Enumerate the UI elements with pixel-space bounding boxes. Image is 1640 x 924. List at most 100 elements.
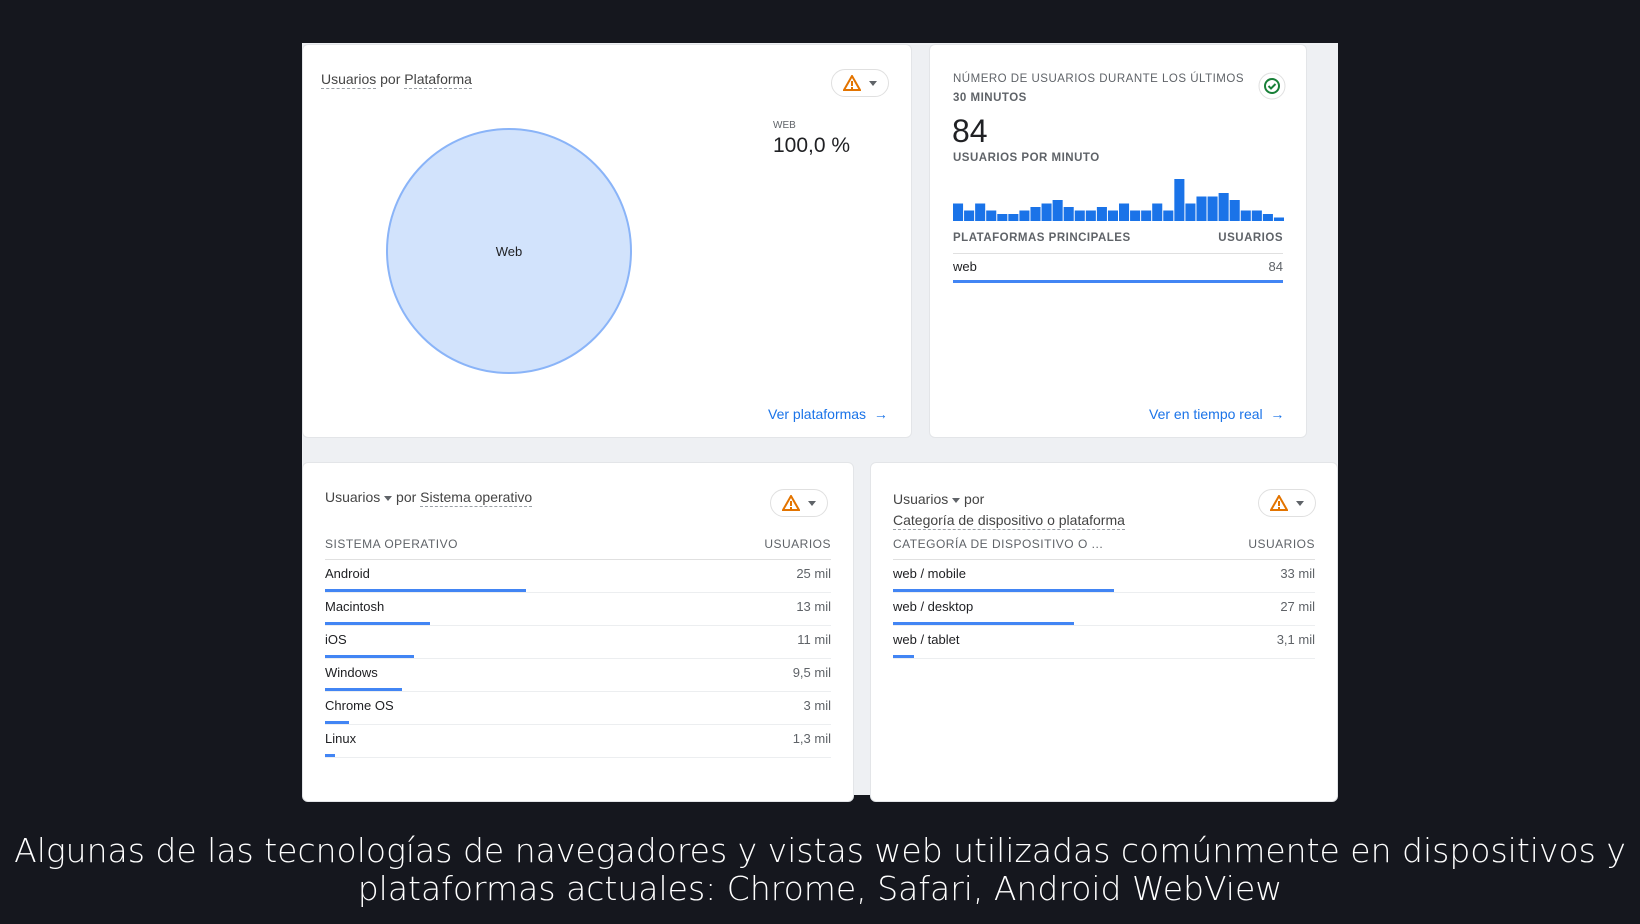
metric-selector[interactable]: Usuarios — [893, 491, 961, 507]
caption-line1: Algunas de las tecnologías de navegadore… — [14, 831, 1626, 870]
col-platform: PLATAFORMAS PRINCIPALES — [953, 232, 1131, 244]
insights-warning-button[interactable] — [770, 489, 828, 517]
minute-bar[interactable] — [1207, 196, 1218, 222]
minute-bar[interactable] — [1152, 203, 1163, 222]
row-bar — [325, 622, 430, 625]
minute-bar[interactable] — [1229, 200, 1240, 221]
pie-chart: Web — [386, 128, 632, 374]
dimension-selector[interactable]: Categoría de dispositivo o plataforma — [893, 512, 1125, 530]
caption: Algunas de las tecnologías de navegadore… — [0, 832, 1640, 908]
title-by: por — [380, 71, 401, 87]
dimension-selector[interactable]: Plataforma — [404, 71, 472, 89]
arrow-right-icon: → — [869, 406, 888, 422]
minute-bar[interactable] — [986, 210, 997, 222]
minute-bar[interactable] — [1130, 210, 1141, 222]
dimension-selector[interactable]: Sistema operativo — [420, 489, 533, 507]
row-label: web / desktop — [893, 599, 974, 614]
warning-icon — [843, 75, 861, 91]
col-dimension: SISTEMA OPERATIVO — [325, 537, 458, 551]
metric-selector[interactable]: Usuarios — [325, 489, 393, 505]
users-by-os-card: Usuarios por Sistema operativo SISTEMA O… — [302, 462, 854, 802]
minute-bar[interactable] — [1185, 203, 1196, 222]
caret-down-icon — [952, 497, 961, 503]
insights-warning-button[interactable] — [831, 69, 889, 97]
table-row[interactable]: Chrome OS 3 mil — [325, 692, 831, 725]
minute-bar[interactable] — [964, 210, 975, 222]
minute-bar[interactable] — [1251, 210, 1262, 222]
minute-bar[interactable] — [1107, 210, 1118, 222]
col-users: USUARIOS — [764, 537, 831, 551]
warning-icon — [782, 495, 800, 511]
minute-bar[interactable] — [1085, 210, 1096, 222]
minute-bar[interactable] — [1030, 207, 1041, 221]
minute-bar[interactable] — [953, 203, 964, 222]
minute-bar[interactable] — [1240, 210, 1251, 222]
chevron-down-icon — [869, 80, 877, 86]
row-value: 33 mil — [1280, 566, 1315, 581]
table-row[interactable]: web 84 — [953, 253, 1283, 283]
row-value: 25 mil — [796, 566, 831, 581]
row-bar — [953, 280, 1283, 283]
caret-down-icon — [384, 495, 393, 501]
minute-bar[interactable] — [1041, 203, 1052, 222]
legend-value: 100,0 % — [773, 134, 851, 157]
row-label: Chrome OS — [325, 698, 394, 713]
minute-bar[interactable] — [1019, 210, 1030, 222]
chevron-down-icon — [808, 500, 816, 506]
row-label: web / mobile — [893, 566, 966, 581]
row-bar — [325, 655, 414, 658]
per-minute-label: USUARIOS POR MINUTO — [953, 152, 1100, 164]
row-value: 13 mil — [796, 599, 831, 614]
per-minute-bar-chart — [953, 179, 1284, 222]
minute-bar[interactable] — [1262, 214, 1273, 221]
minute-bar[interactable] — [975, 203, 986, 222]
row-label: Macintosh — [325, 599, 385, 614]
row-value: 84 — [1268, 259, 1283, 274]
table-row[interactable]: Android 25 mil — [325, 560, 831, 593]
minute-bar[interactable] — [1063, 207, 1074, 221]
row-label: iOS — [325, 632, 347, 647]
minute-bar[interactable] — [1218, 193, 1229, 221]
row-bar — [325, 754, 336, 757]
minute-bar[interactable] — [1163, 210, 1174, 222]
table-row[interactable]: iOS 11 mil — [325, 626, 831, 659]
minute-bar[interactable] — [1196, 196, 1207, 222]
row-value: 1,3 mil — [792, 731, 831, 746]
minute-bar[interactable] — [1174, 179, 1185, 221]
view-platforms-link[interactable]: Ver plataformas → — [768, 406, 888, 422]
table-row[interactable]: web / mobile 33 mil — [893, 560, 1315, 593]
table-row[interactable]: Windows 9,5 mil — [325, 659, 831, 692]
title-line2: 30 MINUTOS — [953, 92, 1027, 104]
chevron-down-icon — [1296, 500, 1304, 506]
minute-bar[interactable] — [1119, 203, 1130, 222]
users-by-device-card: Usuarios por Categoría de dispositivo o … — [870, 462, 1338, 802]
minute-bar[interactable] — [1096, 207, 1107, 221]
metric-selector[interactable]: Usuarios — [321, 71, 377, 89]
minute-bar[interactable] — [1141, 210, 1152, 222]
table-row[interactable]: web / tablet 3,1 mil — [893, 626, 1315, 659]
row-label: Linux — [325, 731, 357, 746]
minute-bar[interactable] — [1052, 200, 1063, 221]
minute-bar[interactable] — [997, 214, 1008, 221]
minute-bar[interactable] — [1074, 210, 1085, 222]
warning-icon — [1270, 495, 1288, 511]
col-dimension: CATEGORÍA DE DISPOSITIVO O ... — [893, 537, 1104, 551]
table-row[interactable]: Linux 1,3 mil — [325, 725, 831, 758]
row-label: Android — [325, 566, 370, 581]
legend-label: WEB — [773, 120, 796, 131]
row-bar — [325, 589, 527, 592]
insights-warning-button[interactable] — [1258, 489, 1316, 517]
row-label: web — [953, 259, 977, 274]
view-realtime-link[interactable]: Ver en tiempo real → — [1149, 406, 1284, 422]
title-by: por — [396, 489, 417, 505]
col-users: USUARIOS — [1218, 232, 1283, 244]
dashboard-panel: Usuarios por Plataforma Web WEB 100,0 % … — [302, 43, 1338, 802]
table-row[interactable]: Macintosh 13 mil — [325, 593, 831, 626]
row-label: web / tablet — [893, 632, 960, 647]
link-label: Ver en tiempo real — [1149, 406, 1263, 422]
minute-bar[interactable] — [1273, 217, 1284, 222]
table-row[interactable]: web / desktop 27 mil — [893, 593, 1315, 626]
minute-bar[interactable] — [1008, 214, 1019, 221]
caption-line2: plataformas actuales: Chrome, Safari, An… — [357, 869, 1283, 908]
row-bar — [325, 721, 350, 724]
